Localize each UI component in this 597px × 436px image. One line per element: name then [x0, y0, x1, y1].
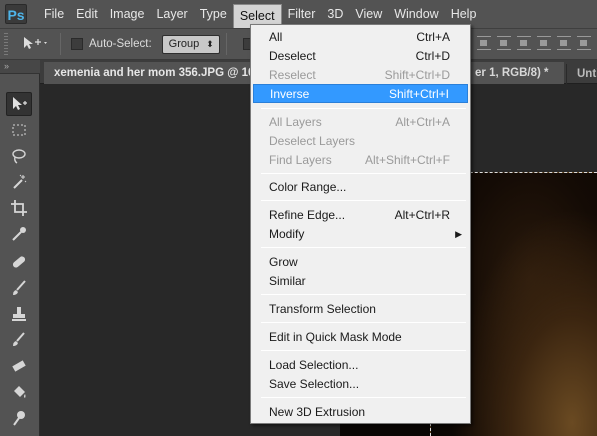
menu-separator [261, 200, 466, 201]
select-menu-dropdown: All Ctrl+A Deselect Ctrl+D Reselect Shift+C… [250, 24, 471, 424]
align-buttons [477, 36, 597, 54]
menu-item-quick-mask[interactable]: Edit in Quick Mask Mode [253, 328, 468, 347]
menu-separator [261, 294, 466, 295]
tab-untitled-document[interactable]: Unti [566, 64, 597, 84]
tools-collapse-button[interactable]: » [0, 60, 40, 74]
menu-edit[interactable]: Edit [70, 0, 104, 28]
eyedropper-icon[interactable] [6, 222, 32, 246]
move-icon[interactable] [6, 92, 32, 116]
menu-separator [261, 173, 466, 174]
paint-bucket-icon[interactable] [6, 380, 32, 404]
brush-icon[interactable] [6, 276, 32, 300]
photoshop-logo: Ps [5, 4, 27, 24]
menu-item-transform-selection[interactable]: Transform Selection [253, 300, 468, 319]
menu-item-inverse[interactable]: Inverse Shift+Ctrl+I [253, 84, 468, 103]
magic-wand-icon[interactable] [6, 170, 32, 194]
dropdown-arrow-icon: ⬍ [206, 38, 214, 49]
align-vcenter-icon[interactable] [497, 36, 511, 50]
menu-separator [261, 350, 466, 351]
eraser-icon[interactable] [6, 354, 32, 378]
auto-select-checkbox[interactable] [71, 38, 83, 50]
auto-select-value: Group [168, 37, 200, 50]
menu-item-reselect: Reselect Shift+Ctrl+D [269, 68, 450, 82]
move-icon [24, 36, 47, 49]
healing-brush-icon[interactable] [6, 250, 32, 274]
menu-separator [261, 108, 466, 109]
align-bottom-icon[interactable] [517, 36, 531, 50]
photoshop-window: Ps File Edit Image Layer Type Select Fil… [0, 0, 597, 436]
menu-item-similar[interactable]: Similar [253, 272, 468, 291]
menu-file[interactable]: File [38, 0, 70, 28]
menu-item-all[interactable]: All Ctrl+A [253, 28, 468, 47]
separator [225, 33, 227, 55]
menu-separator [261, 322, 466, 323]
align-top-icon[interactable] [477, 36, 491, 50]
menu-item-load-selection[interactable]: Load Selection... [253, 356, 468, 375]
tools-panel: » [0, 60, 40, 436]
marquee-icon[interactable] [6, 118, 32, 142]
tool-preset-picker[interactable] [20, 35, 54, 54]
align-hcenter-icon[interactable] [557, 36, 571, 50]
submenu-arrow-icon: ▶ [455, 229, 462, 239]
history-brush-icon[interactable] [6, 328, 32, 352]
lasso-icon[interactable] [6, 144, 32, 168]
menu-item-all-layers: All Layers Alt+Ctrl+A [269, 115, 450, 129]
menu-item-grow[interactable]: Grow [253, 253, 468, 272]
menu-item-refine-edge[interactable]: Refine Edge... Alt+Ctrl+R [253, 206, 468, 225]
menu-type[interactable]: Type [194, 0, 233, 28]
menu-item-deselect[interactable]: Deselect Ctrl+D [253, 47, 468, 66]
menu-item-color-range[interactable]: Color Range... [253, 178, 468, 197]
menu-item-deselect-layers: Deselect Layers [269, 134, 356, 148]
auto-select-dropdown[interactable]: Group ⬍ [161, 34, 220, 54]
tab-active-document-suffix: er 1, RGB/8) * [475, 67, 549, 79]
menu-item-find-layers: Find Layers Alt+Shift+Ctrl+F [269, 153, 450, 167]
clone-stamp-icon[interactable] [6, 302, 32, 326]
menu-image[interactable]: Image [104, 0, 151, 28]
align-right-icon[interactable] [577, 36, 591, 50]
auto-select-label: Auto-Select: [89, 38, 152, 50]
menu-item-new-3d-extrusion[interactable]: New 3D Extrusion [253, 403, 468, 422]
options-grip[interactable] [4, 33, 8, 55]
menu-separator [261, 397, 466, 398]
menu-item-save-selection[interactable]: Save Selection... [253, 375, 468, 394]
tab-active-document-title: xemenia and her mom 356.JPG @ 100% [54, 67, 272, 79]
align-left-icon[interactable] [537, 36, 551, 50]
menu-item-modify[interactable]: Modify ▶ [253, 225, 468, 244]
smudge-icon[interactable] [6, 406, 32, 430]
crop-icon[interactable] [6, 196, 32, 220]
menu-separator [261, 247, 466, 248]
menu-layer[interactable]: Layer [150, 0, 193, 28]
separator [60, 33, 61, 55]
